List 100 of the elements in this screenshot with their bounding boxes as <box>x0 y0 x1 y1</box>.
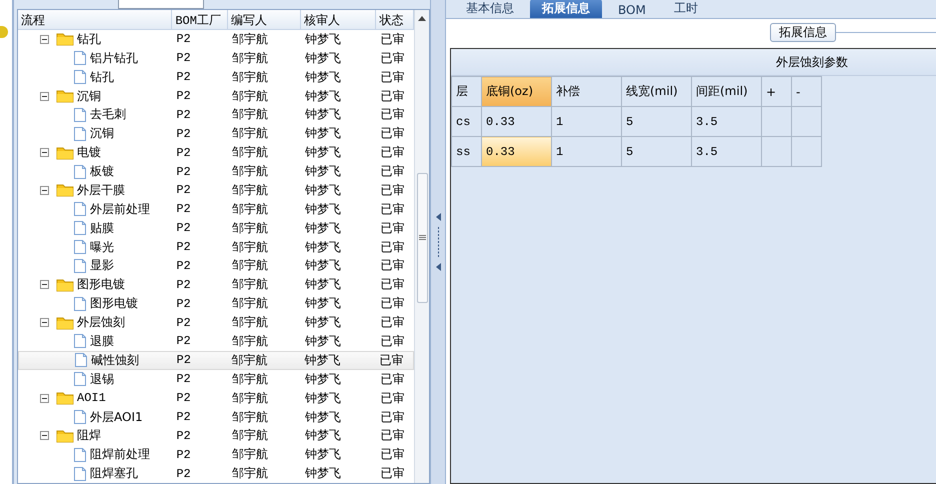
table-cell[interactable]: 3.5 <box>692 136 762 166</box>
tree-row[interactable]: 外层前处理 P2 邹宇航 钟梦飞 已审 <box>18 200 414 219</box>
tree-row[interactable]: AOI1 P2 邹宇航 钟梦飞 已审 <box>18 388 414 408</box>
collapse-left-icon[interactable] <box>436 213 440 221</box>
file-icon <box>73 50 87 66</box>
table-cell-text: 邹宇航 <box>230 50 269 67</box>
tree-row[interactable]: 铝片钻孔 P2 邹宇航 钟梦飞 已审 <box>18 48 414 68</box>
tree-row[interactable]: 贴膜 P2 邹宇航 钟梦飞 已审 <box>18 218 414 238</box>
collapse-icon[interactable] <box>40 280 49 290</box>
table-cell[interactable]: 1 <box>552 136 622 166</box>
table-cell-text: 邹宇航 <box>230 125 269 142</box>
tree-row[interactable]: 去毛刺 P2 邹宇航 钟梦飞 已审 <box>18 106 414 124</box>
collapse-icon[interactable] <box>40 394 49 403</box>
column-header[interactable]: 间距(mil) <box>692 76 762 106</box>
collapse-left-icon[interactable] <box>436 263 440 271</box>
tree-row[interactable]: 碱性蚀刻 P2 邹宇航 钟梦飞 已审 <box>18 350 414 370</box>
tab[interactable]: BOM <box>606 2 658 18</box>
file-icon <box>73 296 87 312</box>
status-indicator-icon <box>0 26 8 38</box>
table-cell-text: 钟梦飞 <box>304 427 342 444</box>
column-header[interactable]: + <box>762 76 792 106</box>
tab[interactable]: 拓展信息 <box>530 0 602 18</box>
tree-label: 图形电镀 <box>77 276 125 294</box>
column-header[interactable]: 流程 <box>18 10 172 29</box>
column-header[interactable]: 线宽(mil) <box>622 76 692 106</box>
column-header[interactable]: - <box>792 76 822 106</box>
tree-row[interactable]: 阻焊 P2 邹宇航 钟梦飞 已审 <box>18 426 414 446</box>
table-cell[interactable]: 1 <box>552 106 622 136</box>
table-cell-text: P2 <box>175 278 192 292</box>
scrollbar-thumb[interactable] <box>416 173 428 303</box>
collapse-icon[interactable] <box>40 34 49 44</box>
tree-row[interactable]: 沉铜 P2 邹宇航 钟梦飞 已审 <box>18 86 414 106</box>
tree-row[interactable]: 沉铜 P2 邹宇航 钟梦飞 已审 <box>18 124 414 144</box>
table-cell-text: 邹宇航 <box>230 446 269 464</box>
table-cell-text: P2 <box>175 32 192 46</box>
tree-row[interactable]: 退锡 P2 邹宇航 钟梦飞 已审 <box>18 370 414 389</box>
collapse-icon[interactable] <box>40 148 49 158</box>
table-cell[interactable]: 5 <box>622 106 692 136</box>
tree-label: 外层干膜 <box>77 182 125 199</box>
collapse-icon[interactable] <box>40 92 49 101</box>
tree-label: 板镀 <box>90 163 114 180</box>
folder-icon <box>56 146 74 160</box>
table-cell-text: 已审 <box>379 390 406 407</box>
tab[interactable]: 基本信息 <box>454 0 526 18</box>
table-cell[interactable]: 3.5 <box>692 106 762 136</box>
table-cell-text: 钟梦飞 <box>304 276 342 294</box>
table-cell-text: 邹宇航 <box>230 200 269 218</box>
tree-row[interactable]: 钻孔 P2 邹宇航 钟梦飞 已审 <box>18 30 414 49</box>
tree-label: 外层前处理 <box>90 200 150 218</box>
collapse-icon[interactable] <box>40 431 49 440</box>
table-cell-text: 邹宇航 <box>230 408 269 426</box>
tree-row[interactable]: 阻焊前处理 P2 邹宇航 钟梦飞 已审 <box>18 445 414 464</box>
tree-row[interactable]: 图形电镀 P2 邹宇航 钟梦飞 已审 <box>18 275 414 294</box>
table-cell-text: 钟梦飞 <box>304 370 342 388</box>
file-icon <box>73 239 87 256</box>
tree-row[interactable]: 显影 P2 邹宇航 钟梦飞 已审 <box>18 256 414 276</box>
file-icon <box>73 106 87 123</box>
table-cell-text: P2 <box>175 372 192 386</box>
table-cell-text: 已审 <box>379 50 406 67</box>
table-cell-text: P2 <box>175 448 192 462</box>
column-header[interactable]: 编写人 <box>228 10 302 29</box>
table-cell[interactable]: cs <box>452 106 482 136</box>
input-field[interactable] <box>118 0 204 9</box>
table-cell[interactable]: 0.33 <box>482 136 552 166</box>
column-header[interactable]: BOM工厂 <box>172 10 228 29</box>
tree-label: 曝光 <box>90 238 114 256</box>
tree-row[interactable]: 钻孔 P2 邹宇航 钟梦飞 已审 <box>18 68 414 87</box>
tree-row[interactable]: 板镀 P2 邹宇航 钟梦飞 已审 <box>18 162 414 181</box>
scrollbar[interactable] <box>414 10 429 483</box>
tree-label: 退膜 <box>90 332 114 350</box>
tree-row[interactable]: 阻焊塞孔 P2 邹宇航 钟梦飞 已审 <box>18 464 414 483</box>
tab[interactable]: 工时 <box>662 0 710 18</box>
table-cell[interactable]: 5 <box>622 136 692 166</box>
table-cell-text: P2 <box>175 428 192 443</box>
table-cell-text: 钟梦飞 <box>304 332 342 350</box>
panel-title: 外层蚀刻参数 <box>776 54 848 70</box>
tree-label: 电镀 <box>77 144 101 162</box>
table-cell-text: 已审 <box>379 257 406 274</box>
tree-row[interactable]: 曝光 P2 邹宇航 钟梦飞 已审 <box>18 238 414 256</box>
tree-label: 退锡 <box>90 370 114 388</box>
tree-row[interactable]: 退膜 P2 邹宇航 钟梦飞 已审 <box>18 332 414 351</box>
collapse-icon[interactable] <box>40 186 49 195</box>
column-header[interactable]: 底铜(oz) <box>482 76 552 106</box>
folder-icon <box>56 32 74 46</box>
table-cell-text: 已审 <box>379 332 406 350</box>
collapse-icon[interactable] <box>40 318 49 328</box>
tree-row[interactable]: 外层蚀刻 P2 邹宇航 钟梦飞 已审 <box>18 313 414 332</box>
table-cell-text: P2 <box>175 258 192 273</box>
tree-row[interactable]: 外层干膜 P2 邹宇航 钟梦飞 已审 <box>18 181 414 200</box>
table-cell-text: 邹宇航 <box>230 370 269 388</box>
table-cell-text: 已审 <box>379 220 406 237</box>
column-header[interactable]: 补偿 <box>552 76 622 106</box>
column-header[interactable]: 核审人 <box>301 10 376 29</box>
tree-row[interactable]: 电镀 P2 邹宇航 钟梦飞 已审 <box>18 143 414 162</box>
table-cell-text: 邹宇航 <box>230 314 269 332</box>
tree-row[interactable]: 图形电镀 P2 邹宇航 钟梦飞 已审 <box>18 294 414 314</box>
tree-label: 钻孔 <box>90 68 114 86</box>
table-cell-text: 已审 <box>379 408 406 426</box>
tree-row[interactable]: 外层AOI1 P2 邹宇航 钟梦飞 已审 <box>18 408 414 426</box>
column-header[interactable]: 层 <box>452 76 482 106</box>
